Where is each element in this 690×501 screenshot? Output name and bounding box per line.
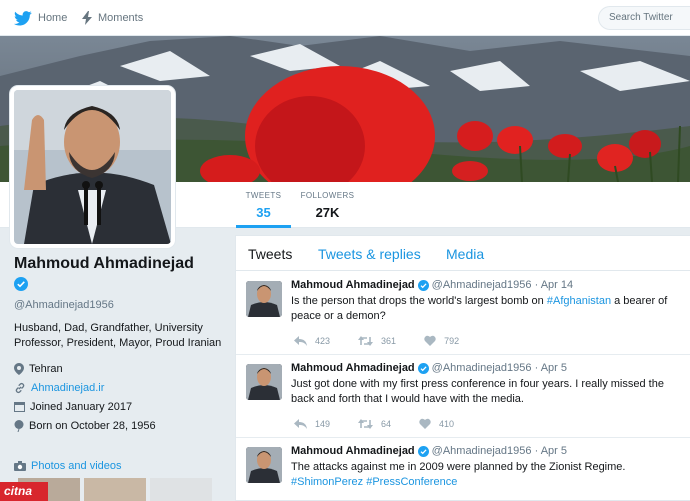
like-button[interactable]: 410: [419, 418, 454, 429]
profile-card: Mahmoud Ahmadinejad @Ahmadinejad1956 Hus…: [14, 255, 224, 433]
verified-badge-icon: [417, 362, 429, 374]
profile-name: Mahmoud Ahmadinejad: [14, 255, 194, 272]
reply-count: 423: [315, 335, 331, 346]
reply-icon: [294, 418, 307, 429]
verified-badge-icon: [417, 279, 429, 291]
nav-home-label: Home: [38, 12, 68, 24]
tweet-author-name[interactable]: Mahmoud Ahmadinejad: [291, 362, 415, 374]
nav-moments-label: Moments: [98, 12, 144, 24]
tweet-author-name[interactable]: Mahmoud Ahmadinejad: [291, 445, 415, 457]
tweet-author-handle[interactable]: @Ahmadinejad1956: [432, 279, 532, 291]
tweet-item[interactable]: Mahmoud Ahmadinejad @Ahmadinejad1956 · A…: [236, 272, 690, 355]
tab-tweets-and-replies[interactable]: Tweets & replies: [318, 246, 421, 262]
nav-home[interactable]: Home: [14, 0, 67, 36]
top-navigation-bar: Home Moments Search Twitter: [0, 0, 690, 36]
tweet-timeline: Tweets Tweets & replies Media Mahmoud Ah…: [235, 235, 690, 501]
like-count: 792: [444, 335, 460, 346]
heart-icon: [424, 335, 436, 346]
hashtag-link[interactable]: #ShimonPerez: [291, 476, 363, 488]
like-button[interactable]: 792: [424, 335, 459, 346]
nav-moments[interactable]: Moments: [82, 0, 143, 36]
tweet-text: The attacks against me in 2009 were plan…: [291, 460, 676, 490]
reply-button[interactable]: 149: [294, 418, 331, 429]
tweet-text-part: Is the person that drops the world's lar…: [291, 295, 547, 307]
profile-location: Tehran: [14, 361, 224, 376]
like-count: 410: [439, 418, 455, 429]
tweet-item[interactable]: Mahmoud Ahmadinejad @Ahmadinejad1956 · A…: [236, 438, 690, 501]
profile-joined: Joined January 2017: [14, 399, 224, 414]
tweet-avatar[interactable]: [246, 281, 282, 317]
reply-count: 149: [315, 418, 331, 429]
retweet-icon: [358, 335, 374, 346]
retweet-icon: [358, 418, 374, 429]
profile-website-link[interactable]: Ahmadinejad.ir: [31, 382, 104, 394]
profile-bio: Husband, Dad, Grandfather, University Pr…: [14, 322, 222, 349]
verified-badge-icon: [14, 277, 28, 296]
profile-location-text: Tehran: [29, 362, 63, 375]
retweet-button[interactable]: 361: [358, 335, 397, 346]
tweet-avatar[interactable]: [246, 364, 282, 400]
profile-birthday: Born on October 28, 1956: [14, 418, 224, 433]
followers-count-tab[interactable]: FOLLOWERS 27K: [300, 182, 355, 228]
profile-joined-text: Joined January 2017: [30, 400, 133, 413]
hashtag-link[interactable]: #Afghanistan: [547, 295, 611, 307]
tweet-header: Mahmoud Ahmadinejad @Ahmadinejad1956 · A…: [291, 445, 567, 457]
tweet-date[interactable]: · Apr 5: [535, 362, 567, 374]
reply-button[interactable]: 423: [294, 335, 331, 346]
search-input[interactable]: Search Twitter: [598, 6, 690, 30]
tweet-author-handle[interactable]: @Ahmadinejad1956: [432, 445, 532, 457]
hashtag-link[interactable]: #PressConference: [366, 476, 457, 488]
photos-and-videos-link[interactable]: Photos and videos: [14, 460, 122, 472]
balloon-icon: [14, 419, 24, 432]
tweet-actions: 423 361 792: [294, 335, 487, 346]
citna-watermark-logo: citna: [0, 482, 48, 501]
retweet-count: 361: [381, 335, 397, 346]
tweet-actions: 149 64 410: [294, 418, 482, 429]
twitter-bird-icon: [14, 10, 32, 26]
verified-badge-icon: [417, 445, 429, 457]
tweets-count-label: TWEETS: [245, 191, 282, 200]
tweet-author-name[interactable]: Mahmoud Ahmadinejad: [291, 279, 415, 291]
tweet-author-handle[interactable]: @Ahmadinejad1956: [432, 362, 532, 374]
link-icon: [15, 382, 25, 393]
timeline-tabs: Tweets Tweets & replies Media: [236, 236, 690, 271]
tweet-text: Is the person that drops the world's lar…: [291, 294, 676, 324]
location-pin-icon: [14, 362, 24, 375]
profile-avatar[interactable]: [10, 86, 175, 248]
profile-handle[interactable]: @Ahmadinejad1956: [14, 299, 224, 311]
retweet-button[interactable]: 64: [358, 418, 392, 429]
heart-icon: [419, 418, 431, 429]
calendar-icon: [14, 402, 25, 412]
lightning-icon: [82, 11, 92, 25]
tweet-date[interactable]: · Apr 14: [535, 279, 574, 291]
retweet-count: 64: [381, 418, 392, 429]
profile-website[interactable]: Ahmadinejad.ir: [14, 380, 224, 395]
profile-birthday-text: Born on October 28, 1956: [29, 419, 156, 432]
tab-tweets[interactable]: Tweets: [248, 246, 292, 262]
camera-icon: [14, 461, 26, 471]
tweets-count-tab[interactable]: TWEETS 35: [236, 182, 291, 228]
photos-and-videos-label: Photos and videos: [31, 460, 122, 472]
tweet-item[interactable]: Mahmoud Ahmadinejad @Ahmadinejad1956 · A…: [236, 355, 690, 438]
tweets-count-value: 35: [256, 205, 271, 220]
media-thumbnail[interactable]: [150, 478, 212, 501]
tweet-text: Just got done with my first press confer…: [291, 378, 664, 405]
tweet-header: Mahmoud Ahmadinejad @Ahmadinejad1956 · A…: [291, 279, 573, 291]
followers-count-value: 27K: [315, 205, 340, 220]
tweet-text-part: The attacks against me in 2009 were plan…: [291, 461, 626, 473]
tweet-header: Mahmoud Ahmadinejad @Ahmadinejad1956 · A…: [291, 362, 567, 374]
tweet-avatar[interactable]: [246, 447, 282, 483]
media-thumbnail[interactable]: [84, 478, 146, 501]
tweet-date[interactable]: · Apr 5: [535, 445, 567, 457]
tab-media[interactable]: Media: [446, 246, 484, 262]
reply-icon: [294, 335, 307, 346]
followers-count-label: FOLLOWERS: [300, 191, 355, 200]
avatar-photo: [14, 90, 171, 244]
